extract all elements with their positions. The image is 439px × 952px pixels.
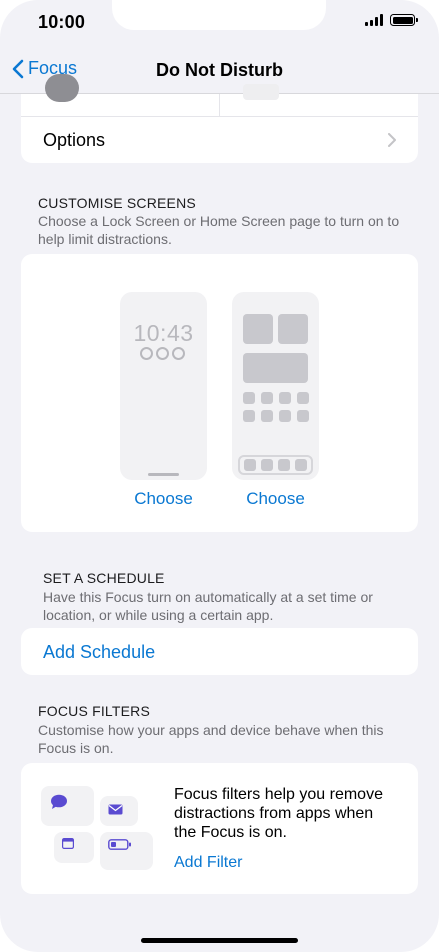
- choose-home-screen-button[interactable]: Choose: [232, 489, 319, 509]
- filter-tile-battery: [100, 832, 153, 870]
- add-filter-button[interactable]: Add Filter: [174, 854, 242, 872]
- focus-filters-heading: FOCUS FILTERS: [38, 703, 151, 719]
- customise-screens-card: 10:43 Choose Choose: [21, 254, 418, 532]
- status-time: 10:00: [38, 12, 86, 32]
- schedule-description: Have this Focus turn on automatically at…: [43, 589, 373, 623]
- calendar-icon: [62, 838, 74, 849]
- focus-filters-info: Focus filters help you remove distractio…: [174, 786, 383, 841]
- partial-card-top: [21, 74, 418, 116]
- battery-icon: [390, 14, 418, 26]
- status-icons: [365, 14, 418, 26]
- home-indicator[interactable]: [141, 938, 298, 943]
- lock-screen-preview[interactable]: 10:43: [120, 292, 207, 480]
- filter-tile-mail: [100, 796, 138, 826]
- battery-icon: [108, 839, 131, 850]
- options-label: Options: [43, 130, 106, 150]
- phone-screen: 10:00 Focus Do Not Disturb Options CUSTO…: [0, 0, 439, 952]
- lock-widgets: [140, 347, 185, 360]
- chevron-right-icon: [388, 133, 396, 147]
- choose-lock-screen-button[interactable]: Choose: [120, 489, 207, 509]
- filter-tile-calendar: [54, 832, 94, 863]
- filter-tile-messages: [41, 786, 94, 826]
- focus-filters-card: Focus filters help you remove distractio…: [21, 763, 418, 894]
- home-screen-preview[interactable]: [232, 292, 319, 480]
- avatar: [45, 74, 79, 102]
- schedule-heading: SET A SCHEDULE: [43, 570, 165, 586]
- customise-screens-description: Choose a Lock Screen or Home Screen page…: [38, 213, 400, 247]
- add-schedule-button[interactable]: Add Schedule: [43, 642, 155, 663]
- signal-icon: [365, 14, 383, 26]
- home-dock: [238, 455, 313, 475]
- customise-screens-heading: CUSTOMISE SCREENS: [38, 195, 196, 211]
- mail-icon: [108, 804, 123, 815]
- add-schedule-row[interactable]: Add Schedule: [21, 628, 418, 675]
- options-row[interactable]: Options: [21, 116, 418, 163]
- notch: [112, 0, 326, 30]
- focus-filters-description: Customise how your apps and device behav…: [38, 722, 384, 756]
- message-icon: [51, 794, 67, 809]
- lock-preview-time: 10:43: [133, 320, 194, 346]
